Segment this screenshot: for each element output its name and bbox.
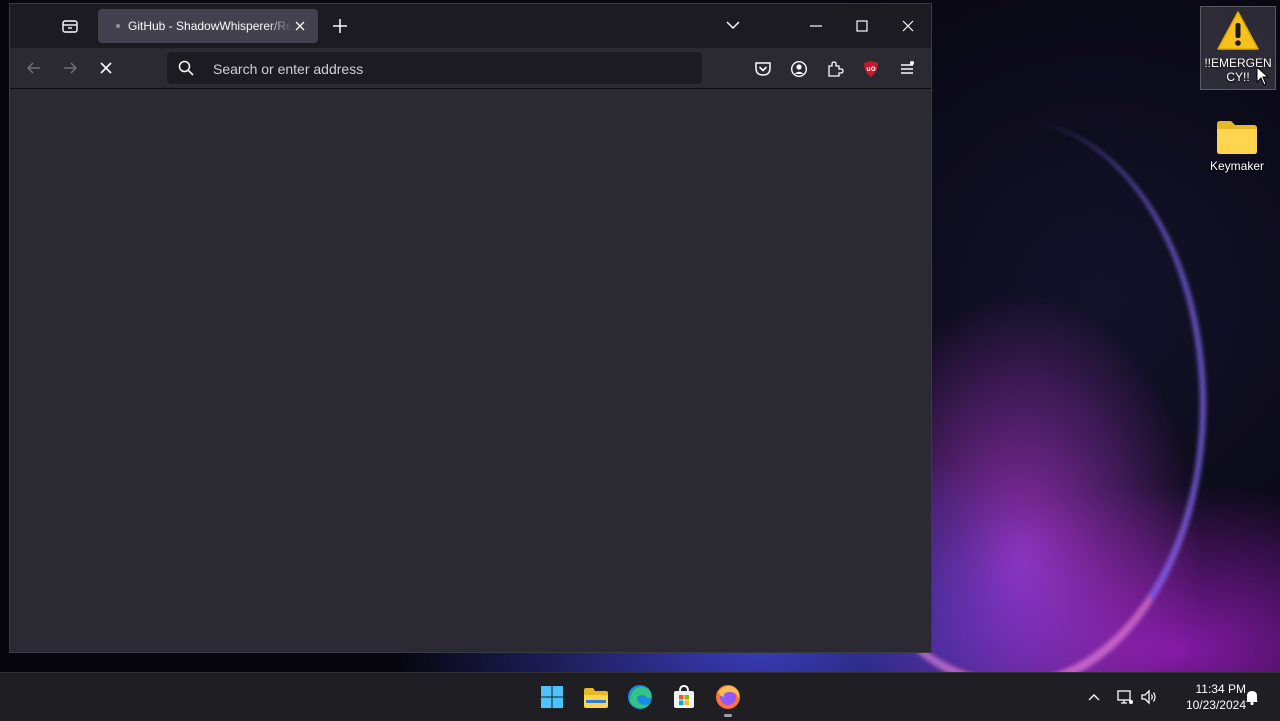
- svg-text:uO: uO: [866, 66, 875, 73]
- chevron-up-icon[interactable]: [1085, 688, 1103, 706]
- search-icon: [178, 60, 194, 76]
- folder-icon: [1217, 121, 1257, 154]
- volume-icon[interactable]: [1140, 688, 1158, 706]
- tab-title: GitHub - ShadowWhisperer/Remove-MS-Edge: [128, 19, 292, 33]
- window-close-icon[interactable]: [898, 16, 918, 36]
- loading-dot-icon: [116, 24, 120, 28]
- firefox-view-button[interactable]: [58, 14, 82, 38]
- microsoft-store-icon[interactable]: [670, 683, 698, 711]
- maximize-icon[interactable]: [852, 16, 872, 36]
- desktop-icon-label: Keymaker: [1209, 159, 1265, 173]
- stop-icon[interactable]: [96, 58, 116, 78]
- tab-bar: GitHub - ShadowWhisperer/Remove-MS-Edge: [10, 4, 931, 48]
- page-content: [10, 89, 931, 652]
- desktop-icon-keymaker[interactable]: Keymaker: [1200, 114, 1274, 184]
- running-indicator: [724, 714, 732, 717]
- plus-icon[interactable]: [330, 16, 350, 36]
- taskbar: 11:34 PM 10/23/2024: [0, 672, 1280, 721]
- network-icon[interactable]: [1116, 688, 1134, 706]
- clock-time: 11:34 PM: [1195, 682, 1246, 696]
- clock-date: 10/23/2024: [1185, 698, 1246, 712]
- chevron-down-icon[interactable]: [724, 16, 742, 34]
- file-explorer-icon[interactable]: [582, 683, 610, 711]
- puzzle-icon[interactable]: [826, 60, 844, 78]
- arrow-left-icon[interactable]: [24, 58, 44, 78]
- mouse-cursor-icon: [1256, 66, 1270, 86]
- ublock-origin-icon[interactable]: uO: [862, 60, 880, 78]
- system-clock[interactable]: 11:34 PM 10/23/2024: [1166, 681, 1246, 713]
- tab-github[interactable]: GitHub - ShadowWhisperer/Remove-MS-Edge: [98, 9, 318, 43]
- firefox-window: GitHub - ShadowWhisperer/Remove-MS-Edge: [10, 4, 931, 652]
- account-icon[interactable]: [790, 60, 808, 78]
- hamburger-icon[interactable]: [898, 60, 916, 78]
- firefox-icon[interactable]: [714, 683, 742, 711]
- close-icon[interactable]: [292, 18, 308, 34]
- notification-bell-icon[interactable]: [1243, 688, 1261, 706]
- warning-icon: [1217, 11, 1259, 50]
- windows-start-icon[interactable]: [538, 683, 566, 711]
- tab-list-icon: [62, 20, 78, 33]
- address-bar[interactable]: [167, 52, 702, 84]
- arrow-right-icon[interactable]: [60, 58, 80, 78]
- minimize-icon[interactable]: [806, 18, 826, 34]
- pocket-icon[interactable]: [754, 60, 772, 78]
- url-input[interactable]: [211, 58, 685, 80]
- navigation-toolbar: uO: [10, 48, 931, 89]
- edge-icon[interactable]: [626, 683, 654, 711]
